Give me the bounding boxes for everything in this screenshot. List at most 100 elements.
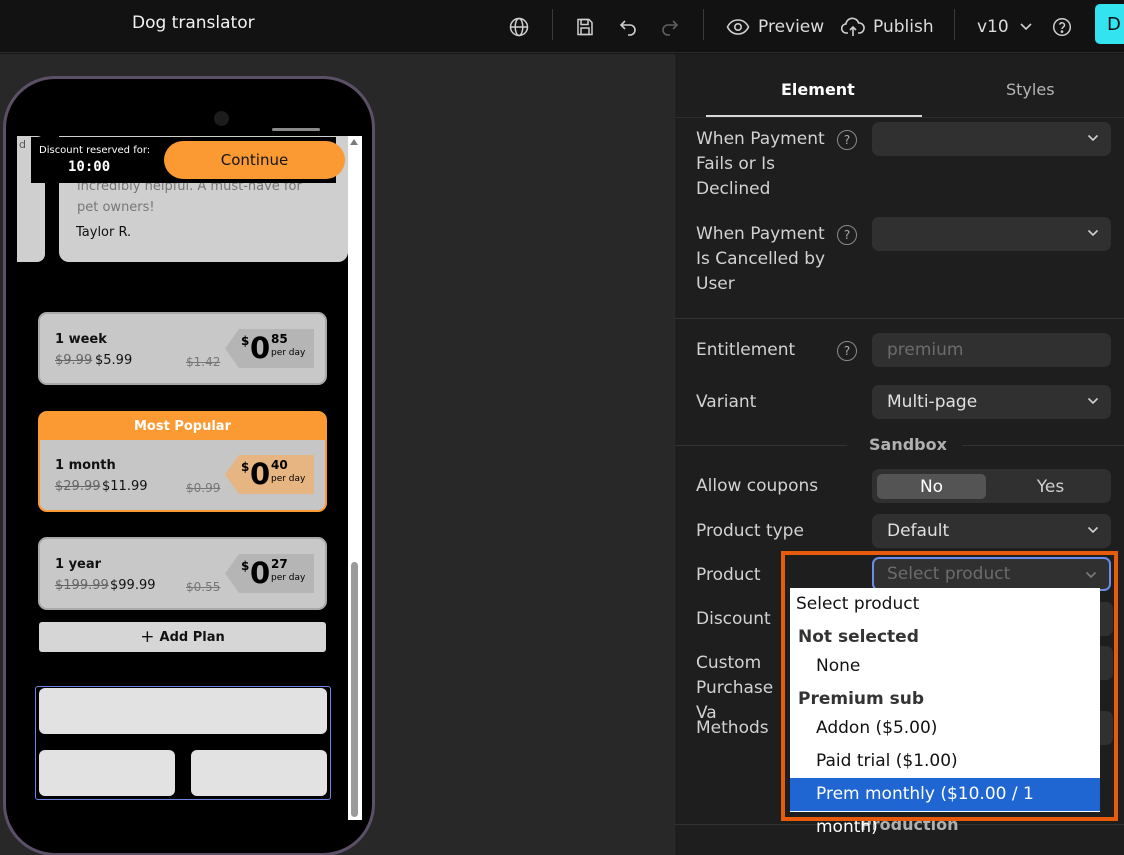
toolbar-divider [552, 9, 553, 40]
plan-card-month[interactable]: Most Popular 1 month $29.99 $11.99 $0.99… [38, 411, 327, 512]
plan-old-price: $9.99 [55, 353, 93, 368]
plan-old-price: $199.99 [55, 578, 109, 593]
currency-symbol: $ [241, 334, 250, 348]
per-day-cents: 27 [271, 557, 288, 571]
review-author: Taylor R. [76, 225, 132, 240]
help-button[interactable] [1052, 0, 1072, 53]
dropdown-option-addon[interactable]: Addon ($5.00) [790, 712, 1100, 745]
redo-button[interactable] [660, 0, 680, 53]
payment-cancelled-label: When Payment Is Cancelled by User [696, 224, 826, 294]
entitlement-label: Entitlement [696, 340, 796, 360]
version-dropdown[interactable]: v10 [977, 0, 1033, 53]
plan-name: 1 year [55, 557, 102, 572]
payment-cancelled-select[interactable] [872, 217, 1111, 251]
chevron-down-icon [1087, 397, 1099, 405]
sandbox-section-title: Sandbox [869, 435, 947, 454]
product-dropdown-menu[interactable]: Select product Not selected None Premium… [790, 588, 1100, 837]
allow-coupons-label: Allow coupons [696, 476, 819, 496]
dropdown-option-paid-trial[interactable]: Paid trial ($1.00) [790, 745, 1100, 778]
status-indicator [272, 128, 320, 131]
placeholder-block[interactable] [39, 688, 327, 734]
help-icon[interactable]: ? [837, 341, 857, 361]
per-day-cents: 85 [271, 332, 288, 346]
payment-fails-select[interactable] [872, 122, 1111, 156]
per-day-price-tag: $ 0 27 per day [225, 554, 314, 593]
dropdown-title[interactable]: Select product [790, 588, 1100, 621]
plan-card-week[interactable]: 1 week $9.99 $5.99 $1.42 $ 0 85 per day [38, 312, 327, 385]
product-type-select[interactable]: Default [872, 514, 1111, 548]
per-day-integer: 0 [250, 331, 271, 365]
plan-old-per-day: $1.42 [186, 355, 221, 369]
discount-label: Discount [696, 609, 771, 629]
chevron-down-icon [1087, 134, 1099, 142]
per-day-price-tag: $ 0 40 per day [225, 455, 314, 494]
chevron-down-icon [1020, 22, 1032, 30]
per-day-price-tag: $ 0 85 per day [225, 329, 314, 368]
app-title: Dog translator [132, 13, 255, 33]
cloud-upload-icon [841, 17, 865, 36]
product-select[interactable]: Select product [872, 557, 1111, 591]
entitlement-input[interactable]: premium [872, 333, 1111, 367]
currency-symbol: $ [241, 559, 250, 573]
plan-card-year[interactable]: 1 year $199.99 $99.99 $0.55 $ 0 27 per d… [38, 537, 327, 610]
plan-new-price: $99.99 [110, 578, 156, 593]
section-divider [675, 318, 1124, 319]
camera-dot [214, 111, 229, 126]
dropdown-option-prem-monthly[interactable]: Prem monthly ($10.00 / 1 month) [790, 778, 1100, 837]
version-label: v10 [977, 16, 1009, 37]
scrollbar-thumb[interactable] [351, 562, 358, 817]
variant-label: Variant [696, 392, 757, 412]
avatar[interactable]: D [1095, 4, 1124, 44]
continue-button[interactable]: Continue [164, 141, 345, 179]
methods-label: Methods [696, 718, 769, 738]
add-plan-label: Add Plan [159, 629, 225, 645]
variant-select[interactable]: Multi-page [872, 385, 1111, 419]
plan-old-price: $29.99 [55, 479, 101, 494]
tab-element[interactable]: Element [781, 80, 855, 99]
chevron-down-icon [1085, 571, 1097, 579]
placeholder-block[interactable] [39, 750, 175, 796]
phone-screen[interactable]: d incredibly helpful. A must-have for pe… [17, 136, 363, 820]
coupons-no-option[interactable]: No [877, 474, 986, 499]
add-plan-button[interactable]: + Add Plan [39, 622, 326, 652]
product-type-value: Default [887, 521, 950, 541]
section-divider [962, 445, 1124, 446]
language-button[interactable] [508, 0, 530, 53]
currency-symbol: $ [241, 460, 250, 474]
chevron-down-icon [1087, 526, 1099, 534]
tab-divider [675, 117, 1124, 118]
custom-purchase-label: Custom Purchase Va [696, 653, 774, 723]
plan-old-per-day: $0.99 [186, 481, 221, 495]
product-label: Product [696, 565, 761, 585]
publish-button[interactable]: Publish [841, 0, 934, 53]
dropdown-option-none[interactable]: None [790, 650, 1100, 683]
help-icon[interactable]: ? [837, 130, 857, 150]
discount-label: Discount reserved for: [39, 145, 151, 156]
discount-timer: 10:00 [68, 159, 111, 175]
per-day-label: per day [271, 573, 306, 583]
allow-coupons-toggle[interactable]: No Yes [872, 469, 1111, 503]
preview-button[interactable]: Preview [726, 0, 824, 53]
plan-new-price: $11.99 [102, 479, 148, 494]
product-type-label: Product type [696, 521, 804, 541]
placeholder-block[interactable] [191, 750, 327, 796]
variant-value: Multi-page [887, 392, 978, 412]
toolbar-divider [703, 9, 704, 40]
review-snippet: d [19, 138, 26, 151]
plan-new-price: $5.99 [95, 353, 133, 368]
save-button[interactable] [575, 0, 595, 53]
save-icon [577, 18, 593, 35]
section-divider [675, 445, 847, 446]
tab-styles[interactable]: Styles [1006, 80, 1055, 99]
scroll-up-arrow-icon[interactable] [350, 139, 358, 145]
redo-icon [662, 19, 679, 36]
per-day-cents: 40 [271, 458, 288, 472]
preview-label: Preview [758, 16, 825, 37]
per-day-label: per day [271, 474, 306, 484]
coupons-yes-option[interactable]: Yes [996, 474, 1105, 499]
product-placeholder: Select product [887, 564, 1011, 584]
undo-button[interactable] [618, 0, 638, 53]
top-bar: Dog translator Preview Publish v10 D [0, 0, 1124, 53]
help-icon[interactable]: ? [837, 225, 857, 245]
globe-icon [509, 17, 529, 36]
